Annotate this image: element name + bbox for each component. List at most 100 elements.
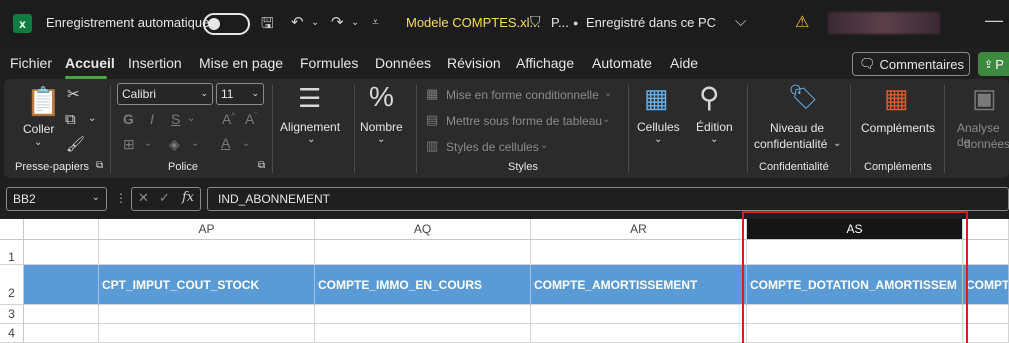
autosave-toggle[interactable]: [203, 13, 250, 35]
number-chevron-icon[interactable]: ⌄: [377, 134, 385, 145]
saved-status[interactable]: Enregistré dans ce PC: [586, 15, 716, 30]
column-header-ar[interactable]: AR: [531, 219, 747, 240]
warning-icon[interactable]: ⚠: [795, 12, 809, 32]
tab-donnees[interactable]: Données: [375, 55, 431, 71]
column-header-aq[interactable]: AQ: [315, 219, 531, 240]
formula-input[interactable]: IND_ABONNEMENT: [207, 187, 1009, 211]
cell[interactable]: [315, 305, 531, 324]
fill-color-chevron-icon[interactable]: ⌄: [191, 138, 199, 149]
cell[interactable]: [24, 324, 99, 343]
row-header-2[interactable]: 2: [0, 265, 24, 305]
more-options-icon[interactable]: ⋮: [115, 191, 127, 205]
cell-at2[interactable]: COMPT: [963, 265, 1009, 305]
column-header-ap[interactable]: AP: [99, 219, 315, 240]
cell[interactable]: [99, 324, 315, 343]
format-table-chevron-icon[interactable]: ⌄: [602, 114, 610, 125]
column-header-at[interactable]: [963, 219, 1009, 240]
format-table-icon[interactable]: ▤: [426, 112, 438, 128]
conditional-format-icon[interactable]: ▦: [426, 86, 438, 102]
cell-styles-icon[interactable]: ▥: [426, 138, 438, 154]
addins-label[interactable]: Compléments: [861, 121, 935, 135]
underline-icon[interactable]: S: [171, 111, 180, 127]
sensitivity-label[interactable]: P...: [551, 15, 569, 30]
cell-styles-label[interactable]: Styles de cellules: [446, 140, 539, 154]
tab-revision[interactable]: Révision: [447, 55, 501, 71]
select-all-corner[interactable]: [0, 219, 24, 240]
row-header-1[interactable]: 1: [0, 240, 24, 265]
font-color-icon[interactable]: A: [221, 135, 230, 151]
tab-affichage[interactable]: Affichage: [516, 55, 574, 71]
borders-chevron-icon[interactable]: ⌄: [144, 138, 152, 149]
save-icon[interactable]: 🖫: [261, 13, 274, 38]
decrease-font-icon[interactable]: Aˇ: [245, 111, 257, 127]
addins-icon[interactable]: ▦: [884, 83, 909, 114]
copy-icon[interactable]: ⧉: [65, 111, 76, 128]
minimize-icon[interactable]: —: [985, 10, 1003, 31]
paste-chevron-icon[interactable]: ⌄: [34, 137, 42, 148]
undo-icon[interactable]: ↶: [291, 13, 304, 31]
alignment-chevron-icon[interactable]: ⌄: [307, 134, 315, 145]
cell[interactable]: [963, 240, 1009, 265]
cell[interactable]: [531, 324, 747, 343]
cell-ar2[interactable]: COMPTE_AMORTISSEMENT: [531, 265, 747, 305]
tab-aide[interactable]: Aide: [670, 55, 698, 71]
cell[interactable]: [24, 305, 99, 324]
cell[interactable]: [24, 240, 99, 265]
font-color-chevron-icon[interactable]: ⌄: [242, 138, 250, 149]
cell-styles-chevron-icon[interactable]: ⌄: [540, 140, 548, 151]
font-launcher-icon[interactable]: ⧉: [258, 160, 265, 171]
cancel-icon[interactable]: ✕: [138, 190, 149, 206]
alignment-icon[interactable]: ☰: [298, 83, 321, 114]
insert-function-icon[interactable]: fx: [182, 190, 194, 205]
enter-icon[interactable]: ✓: [159, 190, 170, 206]
cells-label[interactable]: Cellules: [637, 120, 680, 134]
redo-chevron-icon[interactable]: ⌄: [351, 17, 359, 28]
font-name-dropdown[interactable]: Calibri ⌄: [117, 83, 213, 105]
number-label[interactable]: Nombre: [360, 120, 403, 134]
customize-toolbar-icon[interactable]: ⩡: [372, 15, 379, 30]
column-header-ao[interactable]: [24, 219, 99, 240]
cells-chevron-icon[interactable]: ⌄: [654, 134, 662, 145]
file-name[interactable]: Modele COMPTES.xl...: [406, 15, 540, 30]
analyze-label-line2[interactable]: données: [964, 137, 1009, 151]
redo-icon[interactable]: ↷: [331, 13, 344, 31]
tab-mise-en-page[interactable]: Mise en page: [199, 55, 283, 71]
name-box-chevron-icon[interactable]: ⌄: [92, 192, 100, 203]
cell[interactable]: [24, 265, 99, 305]
fill-color-icon[interactable]: ◈: [169, 136, 180, 153]
format-table-label[interactable]: Mettre sous forme de tableau: [446, 114, 602, 128]
cell[interactable]: [315, 240, 531, 265]
analyze-data-icon[interactable]: ▣: [972, 83, 997, 114]
percent-icon[interactable]: %: [369, 81, 394, 113]
search-icon[interactable]: ⚲: [699, 81, 720, 114]
italic-icon[interactable]: I: [150, 111, 154, 127]
comments-button[interactable]: 🗨 Commentaires: [852, 52, 970, 76]
row-header-3[interactable]: 3: [0, 305, 24, 324]
cell-ap2[interactable]: CPT_IMPUT_COUT_STOCK: [99, 265, 315, 305]
undo-chevron-icon[interactable]: ⌄: [311, 17, 319, 28]
cell[interactable]: [963, 324, 1009, 343]
sensitivity-chevron-icon[interactable]: ⌄: [833, 138, 841, 149]
saved-chevron-icon[interactable]: ⌵: [735, 13, 746, 30]
cell-aq2[interactable]: COMPTE_IMMO_EN_COURS: [315, 265, 531, 305]
increase-font-icon[interactable]: A^: [222, 111, 235, 127]
paste-label[interactable]: Coller: [23, 122, 54, 136]
editing-label[interactable]: Édition: [696, 120, 733, 134]
cell[interactable]: [99, 240, 315, 265]
sensitivity-icon[interactable]: 🏷: [788, 83, 818, 112]
cells-icon[interactable]: ▦: [644, 83, 669, 114]
share-button[interactable]: ⇪ P: [978, 52, 1009, 76]
tab-fichier[interactable]: Fichier: [10, 55, 52, 71]
copy-chevron-icon[interactable]: ⌄: [88, 113, 96, 124]
cell[interactable]: [531, 305, 747, 324]
tab-accueil[interactable]: Accueil: [65, 55, 115, 71]
tab-automate[interactable]: Automate: [592, 55, 652, 71]
conditional-format-chevron-icon[interactable]: ⌄: [604, 88, 612, 99]
row-header-4[interactable]: 4: [0, 324, 24, 343]
tab-insertion[interactable]: Insertion: [128, 55, 182, 71]
editing-chevron-icon[interactable]: ⌄: [710, 134, 718, 145]
format-painter-icon[interactable]: 🖌: [66, 135, 85, 153]
name-box[interactable]: BB2 ⌄: [6, 187, 107, 211]
sensitivity-label-line1[interactable]: Niveau de: [770, 121, 824, 135]
paste-icon[interactable]: 📋: [26, 85, 61, 118]
